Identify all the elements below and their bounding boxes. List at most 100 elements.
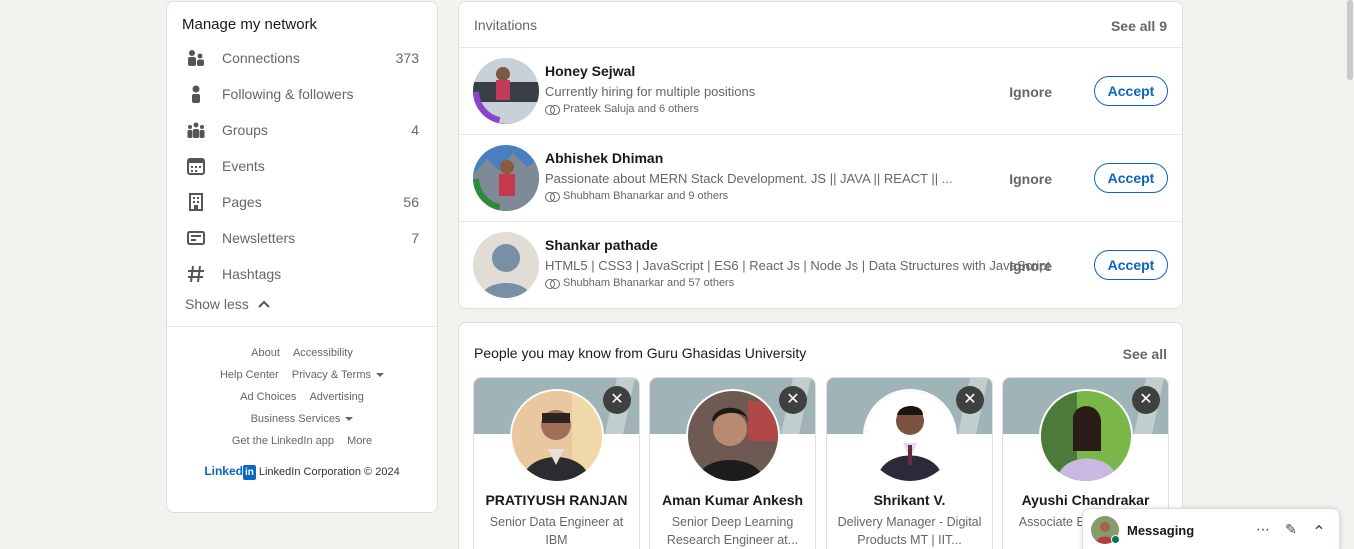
group-icon <box>187 122 205 138</box>
sidebar-item-count: 7 <box>411 230 419 246</box>
caret-down-icon <box>376 373 385 378</box>
footer-link-get-app[interactable]: Get the LinkedIn app <box>232 435 334 447</box>
dismiss-button[interactable]: ✕ <box>956 386 984 414</box>
invitations-card: Invitations See all 9 Honey Sejwal Curre… <box>458 1 1183 309</box>
ignore-button[interactable]: Ignore <box>1009 84 1052 100</box>
sidebar-item-label: Pages <box>222 194 262 210</box>
messaging-label: Messaging <box>1127 523 1195 538</box>
person-card[interactable]: ✕ PRATIYUSH RANJAN Senior Data Engineer … <box>473 377 640 549</box>
invitation-headline: HTML5 | CSS3 | JavaScript | ES6 | React … <box>545 258 1051 273</box>
accept-button[interactable]: Accept <box>1094 76 1168 106</box>
mutual-connections-icon <box>545 104 560 115</box>
footer-link-privacy-terms[interactable]: Privacy & Terms <box>291 369 385 381</box>
avatar[interactable] <box>1039 389 1133 483</box>
sidebar-item-connections[interactable]: Connections 373 <box>167 40 437 76</box>
avatar[interactable] <box>473 145 539 211</box>
invitation-name[interactable]: Shankar pathade <box>545 237 658 253</box>
sidebar-item-events[interactable]: Events <box>167 148 437 184</box>
sidebar-item-count: 373 <box>395 50 419 66</box>
avatar[interactable] <box>686 389 780 483</box>
footer-link-ad-choices[interactable]: Ad Choices <box>240 391 296 403</box>
sidebar-item-label: Groups <box>222 122 268 138</box>
accept-button[interactable]: Accept <box>1094 163 1168 193</box>
avatar[interactable] <box>510 389 604 483</box>
compose-icon[interactable]: ✎ <box>1281 519 1301 539</box>
person-icon <box>192 85 200 103</box>
footer-link-more[interactable]: More <box>347 435 372 447</box>
invitation-name[interactable]: Honey Sejwal <box>545 63 635 79</box>
person-card[interactable]: ✕ Aman Kumar Ankesh Senior Deep Learning… <box>649 377 816 549</box>
invitation-row: Abhishek Dhiman Passionate about MERN St… <box>459 134 1182 221</box>
invitation-mutual: Shubham Bhanarkar and 9 others <box>545 190 728 202</box>
footer-link-business-services[interactable]: Business Services <box>251 413 354 425</box>
invitation-mutual-text: Shubham Bhanarkar and 9 others <box>563 190 729 202</box>
avatar[interactable] <box>473 232 539 298</box>
accept-button[interactable]: Accept <box>1094 250 1168 280</box>
sidebar-item-following[interactable]: Following & followers <box>167 76 437 112</box>
building-icon <box>189 193 203 211</box>
footer-link-help-center[interactable]: Help Center <box>220 369 279 381</box>
dismiss-button[interactable]: ✕ <box>603 386 631 414</box>
sidebar-item-label: Newsletters <box>222 230 296 246</box>
invitation-headline: Currently hiring for multiple positions <box>545 84 756 99</box>
show-less-button[interactable]: Show less <box>185 296 271 312</box>
footer-link-about[interactable]: About <box>251 347 280 359</box>
linkedin-brand: Linked in LinkedIn Corporation © 2024 <box>167 464 437 480</box>
ignore-button[interactable]: Ignore <box>1009 258 1052 274</box>
person-name[interactable]: Aman Kumar Ankesh <box>650 492 815 508</box>
hashtag-icon <box>188 265 204 283</box>
show-less-label: Show less <box>185 296 249 312</box>
chevron-up-icon <box>258 300 270 308</box>
people-you-may-know-card: People you may know from Guru Ghasidas U… <box>458 322 1183 549</box>
sidebar-item-label: Following & followers <box>222 86 354 102</box>
ignore-button[interactable]: Ignore <box>1009 171 1052 187</box>
invitation-mutual-text: Prateek Saluja and 6 others <box>563 103 699 115</box>
linkedin-logo: Linked in <box>204 464 259 480</box>
invitation-name[interactable]: Abhishek Dhiman <box>545 150 663 166</box>
person-card[interactable]: ✕ Shrikant V. Delivery Manager - Digital… <box>826 377 993 549</box>
manage-network-title: Manage my network <box>182 16 318 33</box>
dismiss-button[interactable]: ✕ <box>779 386 807 414</box>
person-name[interactable]: Shrikant V. <box>827 492 992 508</box>
linkedin-logo-text: Linked <box>204 464 243 478</box>
footer-link-privacy-terms-label: Privacy & Terms <box>291 369 372 381</box>
caret-down-icon <box>345 417 354 422</box>
footer-link-business-services-label: Business Services <box>250 413 341 425</box>
avatar[interactable] <box>473 58 539 124</box>
sidebar-item-newsletters[interactable]: Newsletters 7 <box>167 220 437 256</box>
newspaper-icon <box>187 231 205 245</box>
mutual-connections-icon <box>545 278 560 289</box>
dismiss-button[interactable]: ✕ <box>1132 386 1160 414</box>
pymk-title: People you may know from Guru Ghasidas U… <box>474 345 807 361</box>
sidebar-item-count: 4 <box>411 122 419 138</box>
footer-link-advertising[interactable]: Advertising <box>309 391 363 403</box>
person-headline: Delivery Manager - Digital Products MT |… <box>837 515 982 547</box>
sidebar-item-groups[interactable]: Groups 4 <box>167 112 437 148</box>
page-scrollbar[interactable] <box>1346 0 1354 549</box>
sidebar-divider <box>167 326 437 327</box>
sidebar-item-count: 56 <box>403 194 419 210</box>
copyright-text: LinkedIn Corporation © 2024 <box>258 466 400 478</box>
invitations-see-all-link[interactable]: See all 9 <box>1111 18 1167 34</box>
person-name[interactable]: PRATIYUSH RANJAN <box>474 492 639 508</box>
more-options-icon[interactable]: ⋯ <box>1253 519 1273 539</box>
pymk-see-all-link[interactable]: See all <box>1123 346 1167 362</box>
linkedin-logo-in: in <box>242 465 256 480</box>
calendar-icon <box>187 158 205 175</box>
invitation-row: Honey Sejwal Currently hiring for multip… <box>459 47 1182 134</box>
scrollbar-thumb[interactable] <box>1347 0 1353 80</box>
person-headline: Senior Deep Learning Research Engineer a… <box>666 515 799 547</box>
messaging-bar[interactable]: Messaging ⋯ ✎ ⌃ <box>1082 508 1340 549</box>
avatar[interactable] <box>863 389 957 483</box>
sidebar-item-pages[interactable]: Pages 56 <box>167 184 437 220</box>
footer-link-accessibility[interactable]: Accessibility <box>293 347 353 359</box>
sidebar-item-hashtags[interactable]: Hashtags <box>167 256 437 292</box>
invitation-mutual: Shubham Bhanarkar and 57 others <box>545 277 734 289</box>
sidebar-item-label: Events <box>222 158 265 174</box>
chevron-up-icon[interactable]: ⌃ <box>1309 523 1329 543</box>
person-name[interactable]: Ayushi Chandrakar <box>1003 492 1168 508</box>
sidebar-item-label: Hashtags <box>222 266 282 282</box>
invitation-mutual: Prateek Saluja and 6 others <box>545 103 699 115</box>
footer-links: About Accessibility Help Center Privacy … <box>167 342 437 452</box>
sidebar-item-label: Connections <box>222 50 300 66</box>
